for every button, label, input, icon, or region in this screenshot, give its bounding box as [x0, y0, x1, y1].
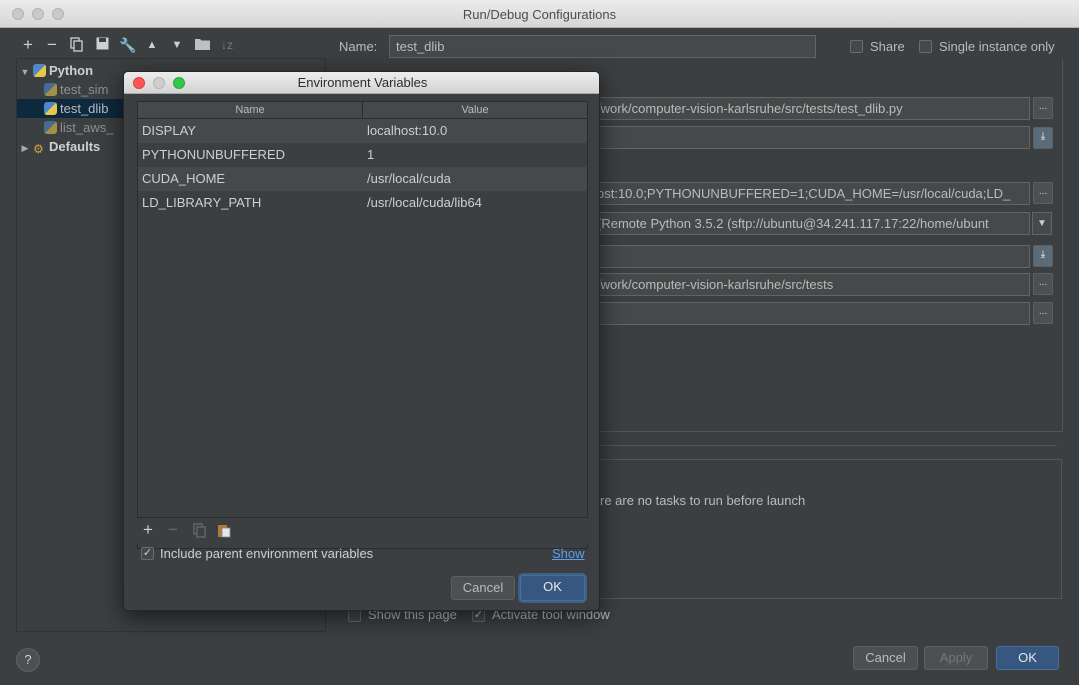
python-icon: [44, 102, 57, 115]
env-vars-table: Name Value DISPLAY localhost:10.0 PYTHON…: [137, 101, 588, 549]
single-instance-checkbox[interactable]: [919, 40, 932, 53]
column-header-name[interactable]: Name: [138, 102, 363, 119]
working-dir-browse-button[interactable]: ...: [1033, 273, 1053, 295]
dialog-titlebar: Environment Variables: [124, 72, 599, 94]
chevron-right-icon[interactable]: ▶: [17, 139, 33, 158]
env-vars-dialog: Environment Variables Name Value DISPLAY…: [123, 71, 600, 611]
show-link[interactable]: Show: [552, 546, 585, 561]
paste-icon[interactable]: [217, 523, 231, 541]
parameters-field[interactable]: [590, 126, 1030, 149]
interpreter-select[interactable]: (Remote Python 3.5.2 (sftp://ubuntu@34.2…: [590, 212, 1030, 235]
add-icon[interactable]: +: [143, 520, 153, 540]
table-row[interactable]: DISPLAY localhost:10.0: [138, 119, 587, 143]
remove-icon[interactable]: −: [44, 36, 60, 53]
working-dir-field[interactable]: /work/computer-vision-karlsruhe/src/test…: [590, 273, 1030, 296]
path-mappings-field[interactable]: [590, 302, 1030, 325]
no-tasks-text: re are no tasks to run before launch: [600, 493, 806, 508]
name-field[interactable]: test_dlib: [389, 35, 816, 58]
env-vars-field[interactable]: ost:10.0;PYTHONUNBUFFERED=1;CUDA_HOME=/u…: [590, 182, 1030, 205]
include-parent-checkbox[interactable]: ✓: [141, 547, 154, 560]
chevron-down-icon[interactable]: ▼: [1032, 212, 1052, 235]
window-titlebar: Run/Debug Configurations: [0, 0, 1079, 28]
env-vars-browse-button[interactable]: ...: [1033, 182, 1053, 204]
single-instance-label: Single instance only: [939, 39, 1055, 54]
table-row[interactable]: CUDA_HOME /usr/local/cuda: [138, 167, 587, 191]
expand-icon[interactable]: ⤓: [1033, 245, 1053, 267]
share-checkbox[interactable]: [850, 40, 863, 53]
include-parent-label: Include parent environment variables: [160, 546, 374, 561]
ok-button[interactable]: OK: [996, 646, 1059, 670]
dialog-cancel-button[interactable]: Cancel: [451, 576, 515, 600]
dialog-ok-button[interactable]: OK: [520, 575, 585, 601]
save-icon[interactable]: [94, 37, 110, 53]
wrench-icon[interactable]: 🔧: [119, 37, 136, 53]
python-icon: [33, 64, 46, 77]
move-down-icon[interactable]: ▼: [169, 37, 185, 53]
move-up-icon[interactable]: ▲: [144, 37, 160, 53]
path-mappings-browse-button[interactable]: ...: [1033, 302, 1053, 324]
python-icon: [44, 121, 57, 134]
sort-icon[interactable]: ↓z: [219, 37, 235, 53]
interpreter-options-field[interactable]: [590, 245, 1030, 268]
remove-icon[interactable]: −: [168, 520, 178, 540]
name-label: Name:: [339, 39, 378, 54]
gear-icon: ⚙: [33, 142, 44, 156]
script-path-field[interactable]: /work/computer-vision-karlsruhe/src/test…: [590, 97, 1030, 120]
table-toolbar: + −: [137, 517, 588, 543]
cancel-button[interactable]: Cancel: [853, 646, 918, 670]
before-launch-list: [590, 459, 1062, 599]
help-icon[interactable]: ?: [16, 648, 40, 672]
share-label: Share: [870, 39, 905, 54]
table-row[interactable]: LD_LIBRARY_PATH /usr/local/cuda/lib64: [138, 191, 587, 215]
expand-icon[interactable]: ⤓: [1033, 127, 1053, 149]
add-icon[interactable]: +: [20, 36, 36, 53]
copy-icon[interactable]: [193, 523, 206, 541]
folder-icon[interactable]: [194, 37, 210, 53]
dialog-title: Environment Variables: [297, 75, 428, 90]
script-browse-button[interactable]: ...: [1033, 97, 1053, 119]
column-header-value[interactable]: Value: [363, 102, 587, 119]
python-icon: [44, 83, 57, 96]
table-row[interactable]: PYTHONUNBUFFERED 1: [138, 143, 587, 167]
window-title: Run/Debug Configurations: [462, 7, 617, 22]
apply-button[interactable]: Apply: [924, 646, 988, 670]
copy-icon[interactable]: [69, 37, 85, 53]
